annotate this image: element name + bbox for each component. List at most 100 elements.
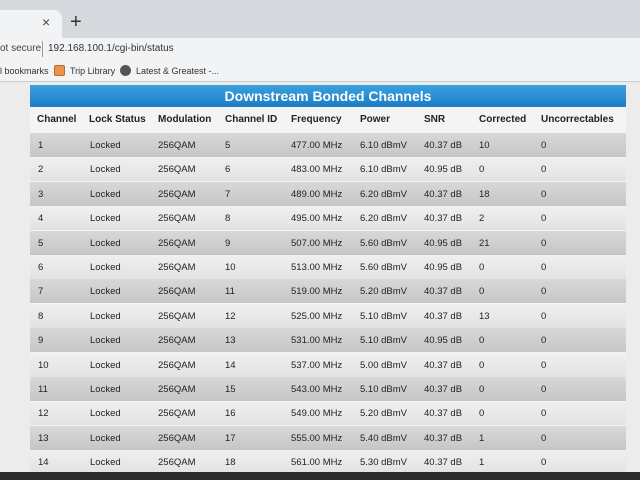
cell-power: 5.60 dBmV	[360, 237, 407, 249]
cell-snr: 40.37 dB	[424, 408, 463, 420]
cell-channel-id: 9	[225, 237, 231, 249]
cell-modulation: 256QAM	[158, 359, 196, 371]
cell-uncorrectables: 0	[541, 286, 547, 298]
header-snr: SNR	[424, 114, 446, 125]
new-tab-button[interactable]: +	[70, 12, 82, 32]
not-secure-label[interactable]: ot secure	[0, 43, 41, 54]
close-icon[interactable]: ×	[42, 14, 50, 30]
cell-channel: 14	[38, 457, 49, 469]
cell-channel-id: 13	[225, 335, 236, 347]
bookmark-latest-greatest[interactable]: Latest & Greatest -...	[136, 66, 219, 76]
cell-snr: 40.37 dB	[424, 384, 463, 395]
cell-uncorrectables: 0	[541, 335, 547, 347]
cell-channel-id: 6	[225, 164, 231, 176]
cell-modulation: 256QAM	[158, 164, 196, 176]
cell-uncorrectables: 0	[541, 140, 547, 151]
table-row: 4 Locked 256QAM 8 495.00 MHz 6.20 dBmV 40.37 d…	[30, 206, 626, 231]
cell-snr: 40.37 dB	[424, 286, 463, 298]
cell-channel: 1	[38, 140, 44, 151]
cell-lock-status: Locked	[90, 310, 121, 322]
cell-frequency: 549.00 MHz	[291, 408, 343, 420]
cell-frequency: 543.00 MHz	[291, 384, 343, 395]
cell-modulation: 256QAM	[158, 237, 196, 249]
bookmark-trip-library[interactable]: Trip Library	[70, 66, 115, 76]
cell-channel-id: 17	[225, 432, 236, 444]
cell-frequency: 477.00 MHz	[291, 140, 343, 151]
address-divider	[42, 41, 43, 57]
cell-frequency: 507.00 MHz	[291, 237, 343, 249]
cell-uncorrectables: 0	[541, 188, 547, 200]
cell-frequency: 513.00 MHz	[291, 262, 343, 273]
table-row: 3 Locked 256QAM 7 489.00 MHz 6.20 dBmV 40.37 d…	[30, 181, 626, 206]
cell-channel: 13	[38, 432, 49, 444]
cell-modulation: 256QAM	[158, 262, 196, 273]
cell-corrected: 21	[479, 237, 490, 249]
cell-frequency: 495.00 MHz	[291, 213, 343, 225]
browser-window: × + ot secure 192.168.100.1/cgi-bin/stat…	[0, 0, 640, 480]
cell-power: 6.10 dBmV	[360, 140, 407, 151]
table-row: 9 Locked 256QAM 13 531.00 MHz 5.10 dBmV 40.95 …	[30, 328, 626, 353]
cell-frequency: 555.00 MHz	[291, 432, 343, 444]
table-row: 1 Locked 256QAM 5 477.00 MHz 6.10 dBmV 40.37 d…	[30, 133, 626, 157]
taskbar	[0, 472, 640, 480]
cell-snr: 40.37 dB	[424, 457, 463, 469]
url-text[interactable]: 192.168.100.1/cgi-bin/status	[48, 43, 174, 54]
table-row: 10 Locked 256QAM 14 537.00 MHz 5.00 dBmV 40.37…	[30, 352, 626, 377]
header-corrected: Corrected	[479, 114, 527, 125]
cell-power: 5.00 dBmV	[360, 359, 407, 371]
header-lock-status: Lock Status	[89, 114, 146, 125]
cell-corrected: 18	[479, 188, 490, 200]
cell-channel-id: 7	[225, 188, 231, 200]
table-row: 14 Locked 256QAM 18 561.00 MHz 5.30 dBmV 40.37…	[30, 450, 626, 475]
cell-channel: 9	[38, 335, 44, 347]
cell-snr: 40.95 dB	[424, 335, 463, 347]
cell-frequency: 519.00 MHz	[291, 286, 343, 298]
header-frequency: Frequency	[291, 114, 342, 125]
cell-snr: 40.37 dB	[424, 359, 463, 371]
cell-channel: 10	[38, 359, 49, 371]
cell-corrected: 0	[479, 384, 485, 395]
bookmarks-bar: l bookmarks Trip Library Latest & Greate…	[0, 62, 640, 82]
active-tab[interactable]: ×	[0, 10, 62, 38]
cell-uncorrectables: 0	[541, 237, 547, 249]
cell-channel: 11	[38, 384, 48, 395]
cell-uncorrectables: 0	[541, 213, 547, 225]
table-row: 11 Locked 256QAM 15 543.00 MHz 5.10 dBmV 40.37…	[30, 377, 626, 401]
downstream-table: Downstream Bonded Channels Channel Lock …	[30, 85, 626, 480]
cell-power: 5.60 dBmV	[360, 262, 407, 273]
cell-uncorrectables: 0	[541, 359, 547, 371]
cell-corrected: 0	[479, 359, 485, 371]
cell-lock-status: Locked	[90, 164, 121, 176]
cell-lock-status: Locked	[90, 335, 121, 347]
address-bar[interactable]: ot secure 192.168.100.1/cgi-bin/status	[0, 38, 640, 62]
bookmark-all-bookmarks[interactable]: l bookmarks	[0, 66, 49, 76]
cell-power: 6.20 dBmV	[360, 213, 407, 225]
cell-frequency: 525.00 MHz	[291, 310, 343, 322]
header-channel-id: Channel ID	[225, 114, 278, 125]
cell-snr: 40.95 dB	[424, 237, 463, 249]
cell-snr: 40.37 dB	[424, 140, 463, 151]
cell-frequency: 489.00 MHz	[291, 188, 343, 200]
cell-channel-id: 11	[225, 286, 235, 298]
cell-channel: 5	[38, 237, 44, 249]
cell-frequency: 561.00 MHz	[291, 457, 343, 469]
cell-lock-status: Locked	[90, 262, 121, 273]
cell-corrected: 1	[479, 432, 485, 444]
cell-lock-status: Locked	[90, 408, 121, 420]
cell-channel: 6	[38, 262, 44, 273]
cell-uncorrectables: 0	[541, 310, 547, 322]
cell-uncorrectables: 0	[541, 262, 547, 273]
cell-channel-id: 12	[225, 310, 236, 322]
cell-lock-status: Locked	[90, 188, 121, 200]
cell-power: 6.10 dBmV	[360, 164, 407, 176]
cell-channel: 2	[38, 164, 44, 176]
cell-power: 5.20 dBmV	[360, 286, 407, 298]
table-row: 6 Locked 256QAM 10 513.00 MHz 5.60 dBmV 40.95 …	[30, 255, 626, 279]
cell-corrected: 0	[479, 335, 485, 347]
cell-uncorrectables: 0	[541, 408, 547, 420]
cell-channel: 3	[38, 188, 44, 200]
cell-snr: 40.95 dB	[424, 164, 463, 176]
cell-uncorrectables: 0	[541, 432, 547, 444]
table-title: Downstream Bonded Channels	[30, 85, 626, 107]
cell-uncorrectables: 0	[541, 457, 547, 469]
